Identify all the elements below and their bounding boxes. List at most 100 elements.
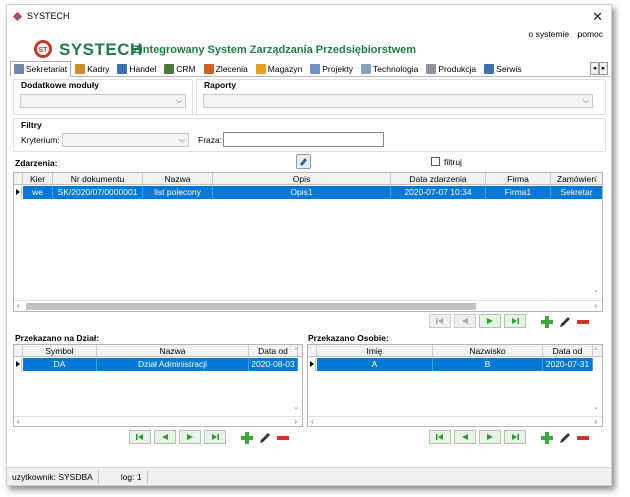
tab-kadry[interactable]: Kadry (71, 61, 113, 77)
help-link[interactable]: pomoc (577, 29, 603, 39)
tab-zlecenia[interactable]: Zlecenia (200, 61, 252, 77)
last-record-button[interactable] (504, 314, 526, 328)
header-corner (308, 345, 317, 357)
person-hscrollbar[interactable]: ‹ › (308, 416, 602, 426)
add-event-button[interactable] (539, 314, 555, 330)
column-header[interactable]: Data od (543, 345, 593, 357)
scroll-right-icon[interactable]: › (594, 417, 597, 426)
dept-hscrollbar[interactable]: ‹ › (14, 416, 302, 426)
scroll-up-icon[interactable]: ⌃ (593, 175, 599, 183)
next-icon (187, 434, 193, 440)
minus-icon (277, 436, 289, 440)
log-value: 1 (136, 471, 142, 482)
scroll-left-icon[interactable]: ‹ (311, 417, 314, 426)
edit-person-button[interactable] (557, 430, 573, 446)
delete-event-button[interactable] (575, 314, 591, 330)
scroll-down-icon[interactable]: ⌄ (293, 403, 299, 411)
phrase-input[interactable] (223, 132, 384, 147)
hscroll-thumb[interactable] (26, 303, 476, 310)
dept-label: Przekazano na Dział: (15, 333, 100, 343)
tab-label: Projekty (322, 64, 353, 74)
scroll-down-icon[interactable]: ⌄ (593, 403, 599, 411)
scroll-down-icon[interactable]: ⌄ (593, 286, 599, 294)
table-cell: list polecony (143, 186, 213, 199)
column-header[interactable]: Nazwa (97, 345, 249, 357)
app-window: SYSTECH ✕ o systemie pomoc ST SYSTECH Zi… (6, 4, 612, 486)
table-cell: Opis1 (213, 186, 391, 199)
column-header[interactable]: Nazwa (143, 173, 213, 185)
tab-label: CRM (176, 64, 196, 74)
person-grid: Imię Nazwisko Data od A B 2020-07-31 ⌃ ⌄ ‹ › (307, 344, 603, 427)
last-record-button[interactable] (204, 430, 226, 444)
scroll-right-icon[interactable]: › (594, 301, 597, 310)
close-icon[interactable]: ✕ (592, 9, 603, 25)
column-header[interactable]: Symbol (23, 345, 97, 357)
table-cell: Sekretar (551, 186, 602, 199)
prev-record-button[interactable] (154, 430, 176, 444)
person-label: Przekazano Osobie: (308, 333, 389, 343)
events-hscrollbar[interactable]: ‹ › (14, 300, 602, 311)
column-header[interactable]: Data od (249, 345, 298, 357)
delete-person-button[interactable] (575, 430, 591, 446)
prev-record-button[interactable] (454, 430, 476, 444)
modules-combo[interactable]: ⌵ (20, 94, 186, 108)
tab-label: Sekretariat (26, 64, 68, 74)
edit-filter-button[interactable] (296, 154, 311, 169)
reports-combo[interactable]: ⌵ (203, 94, 593, 108)
tab-technologia[interactable]: Technologia (357, 61, 422, 77)
minus-icon (577, 320, 589, 324)
scroll-left-icon[interactable]: ‹ (17, 301, 20, 310)
first-record-button[interactable] (129, 430, 151, 444)
tab-serwis[interactable]: Serwis (480, 61, 526, 77)
column-header[interactable]: Opis (213, 173, 391, 185)
scroll-right-icon[interactable]: › (294, 417, 297, 426)
table-cell: DA (23, 358, 97, 371)
column-header[interactable]: Imię (317, 345, 433, 357)
next-record-button[interactable] (479, 430, 501, 444)
scroll-up-icon[interactable]: ⌃ (293, 347, 299, 355)
tab-scroll-left-icon[interactable]: ◂ (590, 62, 599, 75)
table-cell: 2020-08-03 (249, 358, 298, 371)
delete-dept-button[interactable] (275, 430, 291, 446)
column-header[interactable]: Kier (23, 173, 53, 185)
table-row[interactable]: we SK/2020/07/0000001 list polecony Opis1 20… (14, 186, 602, 199)
tab-scroll-right-icon[interactable]: ▸ (599, 62, 608, 75)
about-link[interactable]: o systemie (528, 29, 569, 39)
last-icon (512, 434, 519, 440)
edit-dept-button[interactable] (257, 430, 273, 446)
row-pointer-icon (308, 358, 316, 371)
edit-event-button[interactable] (557, 314, 573, 330)
scroll-up-icon[interactable]: ⌃ (593, 347, 599, 355)
last-record-button[interactable] (504, 430, 526, 444)
column-header[interactable]: Nr dokumentu (53, 173, 143, 185)
next-record-button[interactable] (479, 314, 501, 328)
add-dept-button[interactable] (239, 430, 255, 446)
table-row[interactable]: A B 2020-07-31 (308, 358, 602, 371)
sekretariat-icon (14, 64, 24, 74)
tab-magazyn[interactable]: Magazyn (252, 61, 307, 77)
last-icon (212, 434, 219, 440)
filter-checkbox[interactable] (431, 157, 440, 166)
first-record-button[interactable] (429, 430, 451, 444)
first-record-button[interactable] (429, 314, 451, 328)
table-cell: A (317, 358, 433, 371)
column-header[interactable]: Nazwisko (433, 345, 543, 357)
tab-handel[interactable]: Handel (113, 61, 160, 77)
tab-produkcja[interactable]: Produkcja (422, 61, 480, 77)
column-header[interactable]: Data zdarzenia (391, 173, 486, 185)
dept-grid: Symbol Nazwa Data od DA Dział Administracji… (13, 344, 303, 427)
tab-projekty[interactable]: Projekty (306, 61, 357, 77)
table-row[interactable]: DA Dział Administracji 2020-08-03 (14, 358, 302, 371)
events-grid-header: Kier Nr dokumentu Nazwa Opis Data zdarzenia F… (14, 173, 602, 185)
column-header[interactable]: Firma (486, 173, 551, 185)
add-person-button[interactable] (539, 430, 555, 446)
tab-sekretariat[interactable]: Sekretariat (10, 61, 72, 77)
scroll-left-icon[interactable]: ‹ (17, 417, 20, 426)
criterion-combo[interactable]: ⌵ (62, 133, 189, 147)
technologia-icon (360, 64, 371, 74)
next-record-button[interactable] (179, 430, 201, 444)
prev-record-button[interactable] (454, 314, 476, 328)
tab-label: Kadry (87, 64, 110, 74)
tab-crm[interactable]: CRM (160, 61, 199, 77)
tab-label: Zlecenia (215, 64, 248, 74)
